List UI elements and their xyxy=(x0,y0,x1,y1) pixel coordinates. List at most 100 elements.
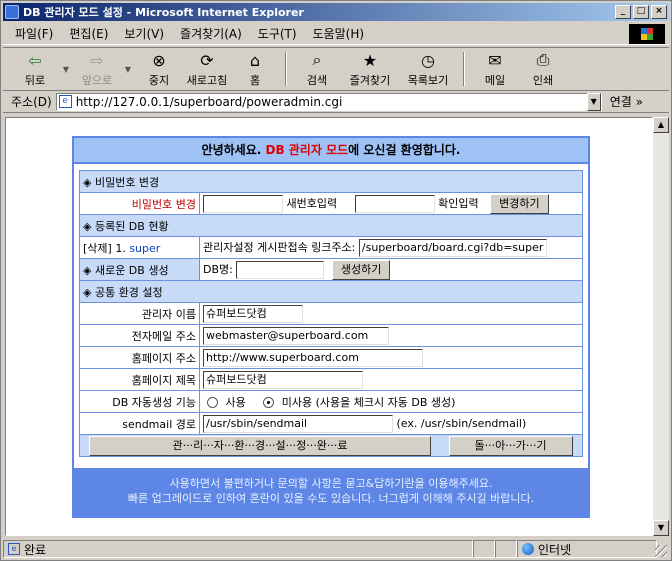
current-password-input[interactable] xyxy=(203,194,283,213)
page-viewport: 안녕하세요. DB 관리자 모드에 오신걸 환영합니다. ◈ 비밀번호 변경 비… xyxy=(5,117,653,536)
back-label: 뒤로 xyxy=(24,74,46,87)
password-fields-cell: 새번호입력 확인입력 변경하기 xyxy=(199,192,583,215)
menu-edit[interactable]: 편집(E) xyxy=(61,25,116,42)
window-controls: _ □ × xyxy=(613,5,667,19)
page-done-icon: e xyxy=(8,543,20,555)
auto-db-nouse-label: 미사용 (사용을 체크시 자동 DB 생성) xyxy=(281,395,456,409)
title-bar[interactable]: DB 관리자 모드 설정 - Microsoft Internet Explor… xyxy=(3,3,669,21)
new-password-input[interactable] xyxy=(354,194,435,213)
address-url: http://127.0.0.1/superboard/poweradmin.c… xyxy=(75,94,343,109)
stop-icon: ⊗ xyxy=(152,50,166,70)
homepage-url-input[interactable]: http://www.superboard.com xyxy=(203,348,423,367)
notice-line-1: 사용하면서 불편하거나 문의할 사항은 묻고&답하기란을 이용해주세요. xyxy=(169,477,493,490)
delete-db-link[interactable]: [삭제] 1. xyxy=(83,242,129,255)
security-zone-text: 인터넷 xyxy=(538,542,572,557)
toolbar-separator xyxy=(463,52,465,86)
address-bar: 주소(D) e http://127.0.0.1/superboard/powe… xyxy=(3,91,669,113)
home-label: 홈 xyxy=(249,74,261,87)
settings-body: ◈ 비밀번호 변경 비밀번호 변경 새번호입력 확인입력 변경하기 ◈ 등록된 … xyxy=(74,164,588,468)
menu-favorites[interactable]: 즐겨찾기(A) xyxy=(172,25,250,42)
menu-view[interactable]: 보기(V) xyxy=(116,25,172,42)
db-admin-links[interactable]: 관리자설정 게시판접속 링크주소: xyxy=(203,241,355,254)
auto-db-nouse-radio[interactable] xyxy=(263,397,275,408)
history-button[interactable]: ◷ 목록보기 xyxy=(399,48,457,90)
print-button[interactable]: ⎙ 인쇄 xyxy=(519,48,567,90)
status-blank-cell xyxy=(495,540,517,558)
status-text: 완료 xyxy=(24,542,47,557)
resize-grip-icon[interactable] xyxy=(655,545,667,557)
status-text-cell: e 완료 xyxy=(3,540,473,558)
back-dropdown-icon[interactable]: ▼ xyxy=(59,48,73,90)
admin-name-input[interactable]: 슈퍼보드닷컴 xyxy=(203,304,303,323)
new-password-label: 새번호입력 xyxy=(286,196,338,210)
password-section-title: ◈ 비밀번호 변경 xyxy=(79,170,583,193)
vertical-scrollbar[interactable]: ▲ ▼ xyxy=(653,117,669,536)
create-db-button[interactable]: 생성하기 xyxy=(331,259,391,280)
mail-icon: ✉ xyxy=(488,50,502,70)
change-password-button[interactable]: 변경하기 xyxy=(490,193,549,214)
db-links-cell: 관리자설정 게시판접속 링크주소: /superboard/board.cgi?… xyxy=(199,236,583,259)
password-change-label: 비밀번호 변경 xyxy=(79,192,200,215)
db-name-link[interactable]: super xyxy=(129,242,160,255)
menu-file[interactable]: 파일(F) xyxy=(3,25,61,42)
db-list-item: [삭제] 1. super xyxy=(79,236,200,259)
admin-panel: 안녕하세요. DB 관리자 모드에 오신걸 환영합니다. ◈ 비밀번호 변경 비… xyxy=(72,136,590,518)
notice-line-2: 빠른 업그레이드로 인하여 혼란이 있을 수도 있습니다. 너그럽게 이해해 주… xyxy=(127,492,535,505)
status-blank-cell xyxy=(473,540,495,558)
home-icon: ⌂ xyxy=(249,50,261,70)
menu-bar: 파일(F) 편집(E) 보기(V) 즐겨찾기(A) 도구(T) 도움말(H) xyxy=(3,23,669,45)
stop-label: 중지 xyxy=(148,74,170,87)
scroll-up-icon[interactable]: ▲ xyxy=(653,117,669,133)
browser-window: DB 관리자 모드 설정 - Microsoft Internet Explor… xyxy=(0,0,672,561)
forward-dropdown-icon[interactable]: ▼ xyxy=(121,48,135,90)
email-input[interactable]: webmaster@superboard.com xyxy=(203,326,389,345)
favorites-button[interactable]: ★ 즐겨찾기 xyxy=(341,48,399,90)
print-label: 인쇄 xyxy=(532,74,554,87)
refresh-button[interactable]: ⟳ 새로고침 xyxy=(183,48,231,90)
registered-db-section-title: ◈ 등록된 DB 현황 xyxy=(79,214,583,237)
stop-button[interactable]: ⊗ 중지 xyxy=(135,48,183,90)
back-arrow-icon: ⇦ xyxy=(28,50,42,70)
homepage-title-input[interactable]: 슈퍼보드닷컴 xyxy=(203,370,363,389)
forward-arrow-icon: ⇨ xyxy=(90,50,104,70)
history-icon: ◷ xyxy=(421,50,435,70)
new-db-section-title: ◈ 새로운 DB 생성 xyxy=(79,258,200,281)
sendmail-path-input[interactable]: /usr/sbin/sendmail xyxy=(203,414,393,433)
windows-logo-icon xyxy=(629,24,665,44)
new-db-name-input[interactable] xyxy=(236,260,325,279)
mail-button[interactable]: ✉ 메일 xyxy=(471,48,519,90)
close-button[interactable]: × xyxy=(651,5,667,19)
favorites-icon: ★ xyxy=(362,50,378,70)
maximize-button[interactable]: □ xyxy=(633,5,649,19)
go-back-button[interactable]: 돌···아···가···기 xyxy=(448,435,573,456)
welcome-heading: 안녕하세요. DB 관리자 모드에 오신걸 환영합니다. xyxy=(74,138,588,162)
settings-table: ◈ 비밀번호 변경 비밀번호 변경 새번호입력 확인입력 변경하기 ◈ 등록된 … xyxy=(79,170,583,457)
db-name-label: DB명: xyxy=(203,262,233,276)
back-button[interactable]: ⇦ 뒤로 xyxy=(11,48,59,90)
search-button[interactable]: ⌕ 검색 xyxy=(293,48,341,90)
forward-label: 앞으로 xyxy=(81,74,113,87)
favorites-label: 즐겨찾기 xyxy=(349,74,391,87)
auto-db-use-label: 사용 xyxy=(225,395,246,409)
email-label: 전자메일 주소 xyxy=(79,324,200,347)
env-section-title: ◈ 공통 환경 설정 xyxy=(79,280,583,303)
scroll-down-icon[interactable]: ▼ xyxy=(653,520,669,536)
minimize-button[interactable]: _ xyxy=(615,5,631,19)
homepage-url-label: 홈페이지 주소 xyxy=(79,346,200,369)
menu-help[interactable]: 도움말(H) xyxy=(305,25,373,42)
home-button[interactable]: ⌂ 홈 xyxy=(231,48,279,90)
menu-tools[interactable]: 도구(T) xyxy=(250,25,305,42)
address-dropdown-icon[interactable]: ▼ xyxy=(586,92,601,111)
save-settings-button[interactable]: 관···리···자···환···경···설···정···완···료 xyxy=(89,435,431,456)
history-label: 목록보기 xyxy=(407,74,449,87)
address-input[interactable]: e http://127.0.0.1/superboard/poweradmin… xyxy=(55,92,602,111)
auto-db-options: 사용 미사용 (사용을 체크시 자동 DB 생성) xyxy=(199,390,583,413)
page-icon: e xyxy=(58,95,72,108)
links-toolbar-button[interactable]: 연결 » xyxy=(610,93,643,110)
auto-db-use-radio[interactable] xyxy=(207,397,218,408)
db-link-address-input[interactable]: /superboard/board.cgi?db=super xyxy=(358,238,547,257)
status-bar: e 완료 인터넷 xyxy=(3,539,669,559)
sendmail-hint: (ex. /usr/sbin/sendmail) xyxy=(396,416,527,430)
search-icon: ⌕ xyxy=(312,50,322,69)
forward-button[interactable]: ⇨ 앞으로 xyxy=(73,48,121,90)
